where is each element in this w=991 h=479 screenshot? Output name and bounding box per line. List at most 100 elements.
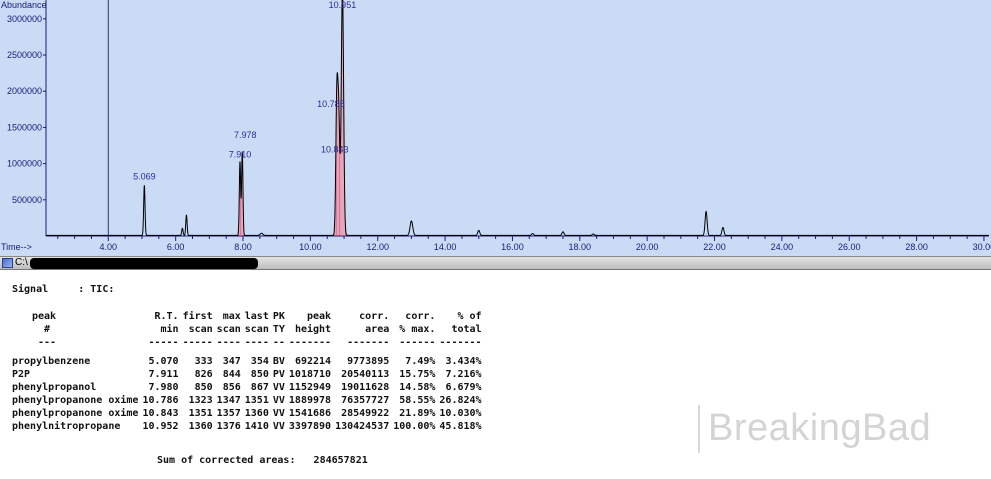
value-cell: 10.952 — [142, 421, 179, 432]
value-cell: 347 — [222, 356, 241, 367]
signal-line: Signal : TIC: — [12, 284, 114, 295]
header-cell: -- — [272, 337, 285, 348]
header-cell: scan — [188, 324, 213, 335]
value-cell: 1889978 — [288, 395, 332, 406]
value-cell: 354 — [250, 356, 269, 367]
value-cell: 7.911 — [148, 369, 179, 380]
x-tick-label: 22.00 — [703, 242, 726, 252]
header-cell: total — [451, 324, 482, 335]
x-tick-label: 12.00 — [366, 242, 389, 252]
value-cell: 10.843 — [142, 408, 179, 419]
x-axis-label: Time--> — [1, 242, 32, 252]
header-cell: height — [294, 324, 332, 335]
x-tick-label: 16.00 — [501, 242, 524, 252]
x-tick-label: 10.00 — [299, 242, 322, 252]
compound-name-cell: P2P — [12, 369, 31, 380]
table-row: propylbenzene 5.070 333 347 354 BV 692214 97738… — [12, 355, 482, 368]
header-cell: ----- — [148, 337, 179, 348]
value-cell: 1360 — [244, 408, 269, 419]
value-cell: 10.030% — [439, 408, 482, 419]
x-tick-label: 14.00 — [434, 242, 457, 252]
sum-value: 284657821 — [313, 455, 368, 466]
header-cell: scan — [244, 324, 269, 335]
value-cell: 19011628 — [341, 382, 390, 393]
header-cell: % max. — [399, 324, 436, 335]
header-cell: ------- — [347, 337, 390, 348]
value-cell: 1351 — [244, 395, 269, 406]
chromatogram-chart: 500000 1000000 1500000 2000000 2500000 300000… — [1, 0, 991, 252]
value-cell: 15.75% — [399, 369, 436, 380]
y-axis-label: Abundance — [1, 0, 47, 10]
value-cell: 28549922 — [341, 408, 390, 419]
header-cell: ------ — [399, 337, 436, 348]
peak-label: 7.978 — [234, 130, 257, 140]
x-tick-label: 24.00 — [771, 242, 794, 252]
value-cell: 3397890 — [288, 421, 332, 432]
header-cell: last — [244, 311, 269, 322]
value-cell: 100.00% — [393, 421, 436, 432]
x-tick-label: 20.00 — [636, 242, 659, 252]
header-cell: peak — [32, 311, 57, 322]
peak-label: 10.785 — [317, 99, 345, 109]
value-cell: 3.434% — [445, 356, 482, 367]
value-cell: 1360 — [188, 421, 213, 432]
sum-line: Sum of corrected areas: 284657821 — [157, 455, 368, 466]
peak-label: 10.951 — [329, 0, 357, 10]
header-cell: ---- — [216, 337, 241, 348]
watermark-text: BreakingBad — [708, 407, 932, 449]
header-cell: R.T. — [154, 311, 179, 322]
chromatogram-panel[interactable]: 500000 1000000 1500000 2000000 2500000 300000… — [0, 0, 991, 256]
table-row: phenylpropanone oxime 10.786 1323 1347 1351 V… — [12, 394, 482, 407]
header-cell: ----- — [182, 337, 213, 348]
header-cell: first — [182, 311, 213, 322]
x-tick-label: 26.00 — [838, 242, 861, 252]
y-tick-label: 2000000 — [7, 86, 42, 96]
y-tick-label: 1000000 — [7, 159, 42, 169]
value-cell: 9773895 — [347, 356, 390, 367]
redacted-path-bar — [30, 258, 258, 269]
y-tick-label: 2500000 — [7, 50, 42, 60]
value-cell: 1323 — [188, 395, 213, 406]
window-icon — [2, 258, 13, 268]
table-row: phenylpropanol 7.980 850 856 867 VV 1152949 190… — [12, 381, 482, 394]
value-cell: 20540113 — [341, 369, 390, 380]
x-tick-label: 30.00 — [973, 242, 991, 252]
value-cell: 867 — [250, 382, 269, 393]
value-cell: VV — [272, 408, 285, 419]
value-cell: 58.55% — [399, 395, 436, 406]
sum-label: Sum of corrected areas: — [157, 455, 296, 466]
table-row: P2P 7.911 826 844 850 PV 1018710 20540113 15.75%… — [12, 368, 482, 381]
value-cell: 7.980 — [148, 382, 179, 393]
peak-table: peak R.T. first max last PK peak corr. corr. % of… — [12, 310, 482, 433]
value-cell: 7.49% — [405, 356, 436, 367]
watermark: BreakingBad — [698, 405, 985, 453]
value-cell: 333 — [194, 356, 213, 367]
value-cell: 692214 — [294, 356, 332, 367]
peak-label: 5.069 — [133, 171, 156, 181]
x-tick-label: 28.00 — [905, 242, 928, 252]
header-cell: ------- — [288, 337, 332, 348]
tic-trace — [46, 0, 989, 236]
value-cell: 1376 — [216, 421, 241, 432]
header-cell: peak — [306, 311, 332, 322]
table-row: phenylpropanone oxime 10.843 1351 1357 1360 V… — [12, 407, 482, 420]
compound-name-cell: phenylpropanone oxime — [12, 408, 139, 419]
header-dashes: --- ----- ----- ---- ---- -- ------- ------- ---… — [12, 336, 482, 349]
value-cell: 21.89% — [399, 408, 436, 419]
value-cell: 1541686 — [288, 408, 332, 419]
signal-value: : TIC: — [78, 284, 115, 295]
header-cell: corr. — [405, 311, 436, 322]
value-cell: 1152949 — [288, 382, 332, 393]
signal-label: Signal — [12, 284, 49, 295]
value-cell: 856 — [222, 382, 241, 393]
value-cell: 1351 — [188, 408, 213, 419]
value-cell: 6.679% — [445, 382, 482, 393]
value-cell: BV — [272, 356, 285, 367]
header-cell: ------- — [439, 337, 482, 348]
header-cell: --- — [38, 337, 57, 348]
value-cell: 5.070 — [148, 356, 179, 367]
header-cell: corr. — [359, 311, 390, 322]
report-window-titlebar[interactable]: C:\ — [0, 256, 991, 270]
value-cell: 1018710 — [288, 369, 332, 380]
header-cell: PK — [272, 311, 285, 322]
